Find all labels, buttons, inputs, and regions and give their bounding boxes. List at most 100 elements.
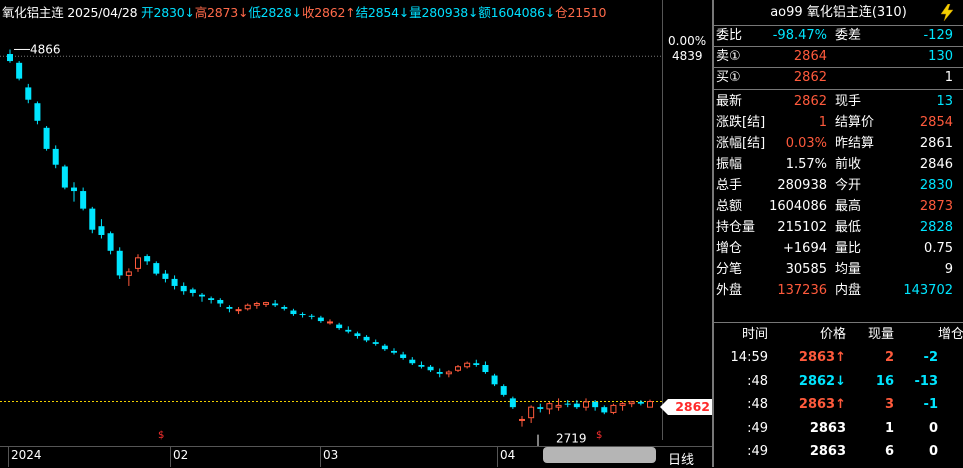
stat-value: 2830	[919, 178, 953, 193]
candle-body	[372, 342, 379, 344]
tick-price: 2863	[810, 418, 846, 440]
down-arrow-icon: ↓	[238, 5, 249, 20]
time-axis-tick	[320, 447, 321, 467]
candle-body	[528, 406, 535, 419]
signal-marker-icon: $	[596, 430, 603, 441]
candle-body	[519, 418, 525, 421]
tick-row[interactable]: :49 2863 6 0	[713, 441, 963, 463]
price-axis[interactable]	[662, 0, 713, 440]
quote-stat-row: 涨幅[结] 0.03% 昨结算 2861	[713, 133, 963, 154]
ticks-header-oi: 增仓	[937, 327, 963, 342]
stat-value: 143702	[903, 283, 953, 298]
tick-volume: 3	[884, 397, 894, 412]
candle-body	[272, 303, 279, 306]
stat-value: 215102	[777, 220, 827, 235]
stat-label: 增仓	[716, 241, 743, 256]
time-axis-label-02: 02	[173, 448, 189, 462]
quote-stat-row: 持仓量 215102 最低 2828	[713, 217, 963, 238]
stat-value: 2873	[919, 199, 953, 214]
stat-label: 内盘	[835, 283, 862, 298]
candle-body	[217, 299, 224, 304]
candle-body	[345, 329, 352, 332]
candle-body	[455, 366, 461, 371]
candle-body	[573, 403, 580, 408]
candle-body	[400, 354, 407, 358]
stat-label: 总额	[716, 199, 743, 214]
lightning-bolt-icon[interactable]	[940, 3, 954, 22]
ticks-header: 时间 价格 现量 增仓	[713, 324, 963, 346]
stat-label: 前收	[835, 157, 862, 172]
stat-label: 最低	[835, 220, 862, 235]
candle-body	[16, 62, 23, 79]
tick-volume: 1	[884, 420, 894, 436]
low-label: 低	[248, 5, 261, 20]
tick-row[interactable]: :48 2862↓ 16 -13	[713, 371, 963, 393]
candle-body	[180, 285, 187, 292]
quote-stat-row: 振幅 1.57% 前收 2846	[713, 154, 963, 175]
contract-name: 氧化铝主连	[2, 5, 64, 20]
panel-divider	[713, 0, 714, 467]
last-price-tag-value: 2862	[675, 399, 710, 414]
weibi-row: 委比 -98.47% 委差 -129	[713, 25, 963, 46]
weicha-value: -129	[923, 28, 953, 43]
time-axis-label-03: 03	[323, 448, 339, 462]
candle-body	[592, 401, 599, 408]
tick-oi-change: -2	[923, 350, 938, 365]
candle-body	[619, 403, 626, 406]
high-marker-value: 4866	[30, 42, 61, 56]
candle-body	[153, 263, 160, 274]
low-marker-line	[537, 434, 539, 446]
candle-body	[299, 314, 306, 316]
tick-price: 2863	[810, 441, 846, 463]
kline-chart-svg[interactable]: 4866 2719	[0, 0, 662, 446]
chart-scrollbar[interactable]	[543, 447, 656, 463]
quote-stat-row: 总额 1604086 最高 2873	[713, 196, 963, 217]
candle-body	[253, 303, 260, 306]
stat-label: 今开	[835, 178, 862, 193]
signal-marker-icon: $	[158, 430, 165, 441]
period-selector[interactable]: 日线	[668, 449, 694, 468]
candle-body	[162, 273, 169, 279]
price-axis-top-value: 4839	[672, 49, 703, 63]
candle-body	[107, 233, 114, 251]
buy1-volume: 1	[944, 70, 953, 85]
candle-body	[381, 345, 388, 350]
stat-label: 总手	[716, 178, 743, 193]
stat-value: 137236	[777, 283, 827, 298]
down-arrow-icon: ↓	[398, 5, 410, 20]
stat-value: 280938	[777, 178, 827, 193]
tick-price-value: 2862	[798, 373, 836, 389]
candle-body	[500, 386, 507, 395]
quote-stat-row: 总手 280938 今开 2830	[713, 175, 963, 196]
kline-chart-area[interactable]: 4866 2719 氧化铝主连 2025/04/28 开2830↓高2873↓低2…	[0, 0, 713, 468]
tick-price: 2862↓	[799, 371, 846, 393]
candle-body	[281, 307, 288, 309]
tick-row[interactable]: :49 2863 1 0	[713, 418, 963, 440]
stat-value: +1694	[783, 241, 827, 256]
sell1-row[interactable]: 卖① 2864 130	[713, 46, 963, 67]
tick-row[interactable]: :48 2863↑ 3 -1	[713, 394, 963, 416]
time-axis-label-04: 04	[500, 448, 516, 462]
candle-body	[354, 333, 361, 337]
stat-label: 昨结算	[835, 136, 875, 151]
quote-stat-row: 外盘 137236 内盘 143702	[713, 280, 963, 301]
tick-row[interactable]: 14:59 2863↑ 2 -2	[713, 347, 963, 369]
stat-label: 现手	[835, 94, 862, 109]
down-arrow-icon: ↓	[184, 5, 195, 20]
candle-body	[43, 127, 50, 149]
amt-label: 额	[478, 5, 491, 20]
candle-body	[52, 148, 59, 165]
candle-body	[409, 359, 416, 364]
buy1-row[interactable]: 买① 2862 1	[713, 67, 963, 88]
time-axis-tick	[8, 447, 9, 467]
candle-body	[445, 371, 452, 375]
close-value: 2862	[314, 5, 346, 20]
oi-value: 21510	[567, 5, 607, 20]
time-axis-tick	[497, 447, 498, 467]
candle-body	[80, 191, 87, 209]
candle-body	[189, 289, 196, 293]
last-price-tag: 2862	[660, 399, 712, 415]
candle-body	[98, 226, 105, 235]
candle-body	[546, 403, 553, 410]
divider	[713, 322, 963, 323]
